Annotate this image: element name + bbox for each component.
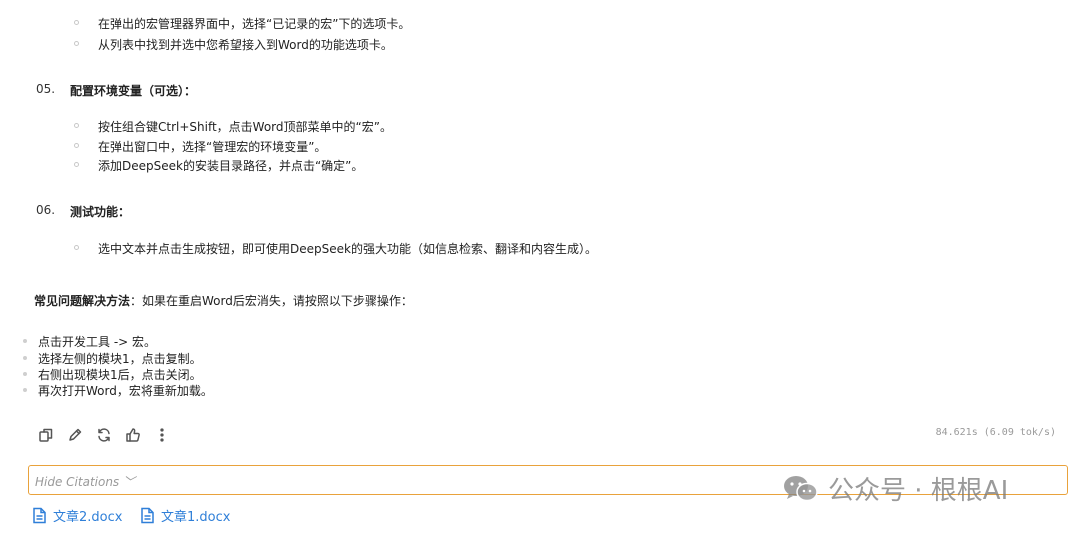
bullet-icon	[74, 20, 79, 25]
copy-icon[interactable]	[36, 425, 56, 445]
faq-paragraph: 常见问题解决方法：如果在重启Word后宏消失，请按照以下步骤操作：	[34, 292, 413, 309]
bullet-icon	[74, 41, 79, 46]
list-item-text: 选中文本并点击生成按钮，即可使用DeepSeek的强大功能（如信息检索、翻译和内…	[98, 242, 597, 256]
list-item-text: 按住组合键Ctrl+Shift，点击Word顶部菜单中的“宏”。	[98, 120, 392, 134]
faq-text: ：如果在重启Word后宏消失，请按照以下步骤操作：	[130, 294, 413, 308]
citation-file-name: 文章2.docx	[53, 510, 123, 525]
watermark-text: 公众号 · 根根AI	[828, 476, 1009, 506]
step-number: 06.	[36, 203, 56, 217]
document-icon	[33, 507, 46, 524]
list-item-text: 在弹出窗口中，选择“管理宏的环境变量”。	[98, 140, 327, 154]
list-item: 在弹出窗口中，选择“管理宏的环境变量”。	[74, 138, 327, 155]
list-item: 添加DeepSeek的安装目录路径，并点击“确定”。	[74, 157, 364, 174]
faq-label: 常见问题解决方法	[34, 294, 131, 308]
watermark: 公众号 · 根根AI	[782, 470, 1008, 507]
bullet-icon	[74, 143, 79, 148]
bullet-icon	[74, 162, 79, 167]
document-icon	[141, 507, 154, 524]
generation-stats: 84.621s (6.09 tok/s)	[935, 427, 1056, 438]
list-item-text: 点击开发工具 -> 宏。	[38, 335, 157, 349]
list-item-text: 在弹出的宏管理器界面中，选择“已记录的宏”下的选项卡。	[98, 17, 411, 31]
bullet-icon	[23, 388, 27, 392]
list-item: 从列表中找到并选中您希望接入到Word的功能选项卡。	[74, 36, 393, 53]
list-item-text: 选择左侧的模块1，点击复制。	[38, 352, 202, 366]
list-item: 选择左侧的模块1，点击复制。	[23, 350, 202, 367]
bullet-icon	[74, 123, 79, 128]
citation-file-link[interactable]: 文章1.docx	[140, 506, 230, 525]
thumbs-up-icon[interactable]	[123, 425, 143, 445]
list-item-text: 右侧出现模块1后，点击关闭。	[38, 368, 202, 382]
bullet-icon	[23, 339, 27, 343]
edit-icon[interactable]	[65, 425, 85, 445]
citation-file-link[interactable]: 文章2.docx	[32, 506, 122, 525]
list-item: 在弹出的宏管理器界面中，选择“已记录的宏”下的选项卡。	[74, 15, 411, 32]
list-item: 选中文本并点击生成按钮，即可使用DeepSeek的强大功能（如信息检索、翻译和内…	[74, 240, 597, 257]
bullet-icon	[23, 356, 27, 360]
step-title: 测试功能：	[70, 205, 131, 219]
list-item-text: 添加DeepSeek的安装目录路径，并点击“确定”。	[98, 159, 364, 173]
list-item: 点击开发工具 -> 宏。	[23, 333, 157, 350]
bullet-icon	[23, 372, 27, 376]
message-toolbar	[36, 425, 172, 445]
list-item: 右侧出现模块1后，点击关闭。	[23, 366, 202, 383]
list-item: 按住组合键Ctrl+Shift，点击Word顶部菜单中的“宏”。	[74, 118, 392, 135]
hide-citations-toggle[interactable]: Hide Citations ﹀	[35, 473, 135, 490]
step-number: 05.	[36, 82, 56, 96]
bullet-icon	[74, 245, 79, 250]
list-item: 再次打开Word，宏将重新加载。	[23, 382, 213, 399]
citation-file-name: 文章1.docx	[161, 510, 231, 525]
step-title: 配置环境变量（可选）：	[70, 84, 197, 98]
list-item-text: 从列表中找到并选中您希望接入到Word的功能选项卡。	[98, 38, 393, 52]
wechat-icon	[784, 475, 818, 501]
regenerate-icon[interactable]	[94, 425, 114, 445]
list-item-text: 再次打开Word，宏将重新加载。	[38, 384, 213, 398]
more-icon[interactable]	[152, 425, 172, 445]
